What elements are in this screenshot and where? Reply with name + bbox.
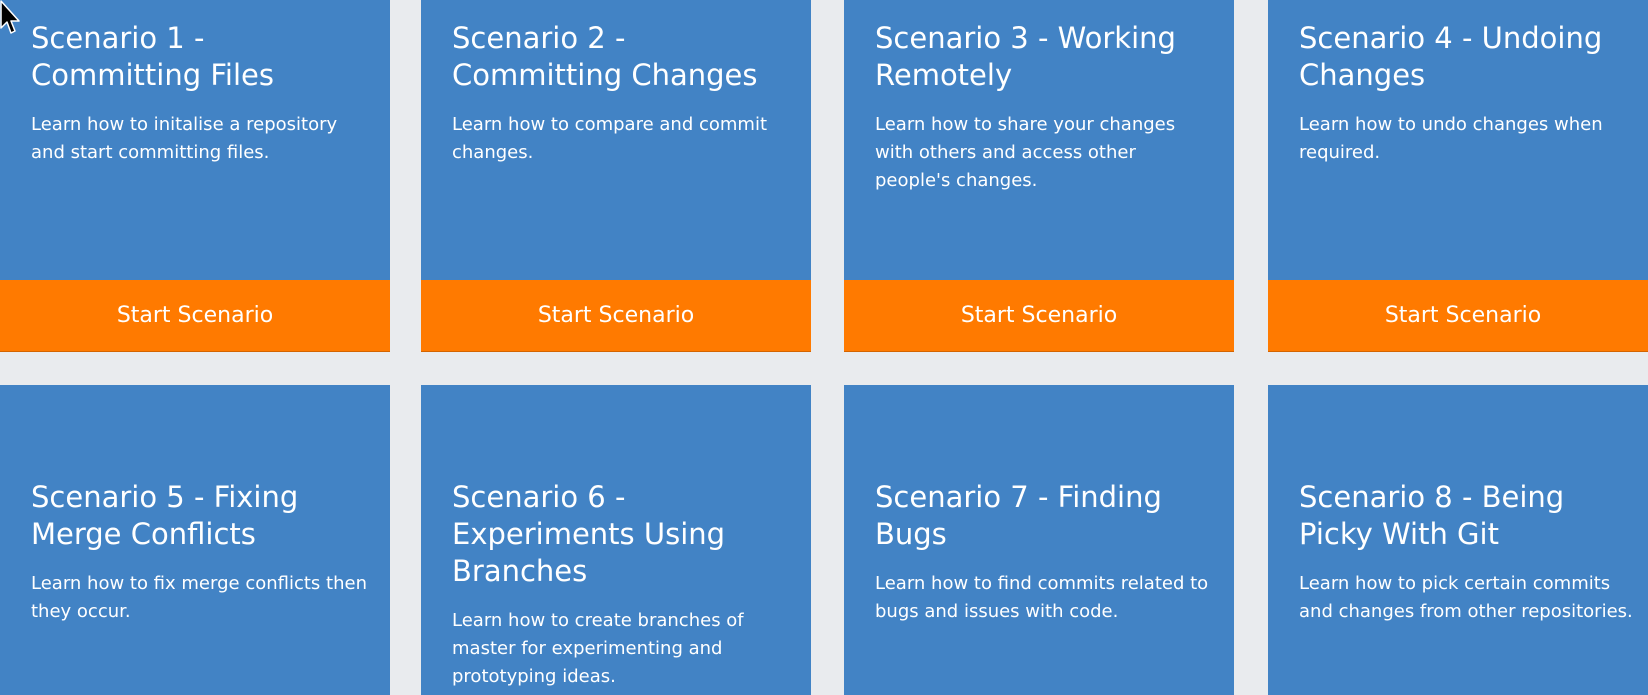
scenario-description: Learn how to initalise a repository and … [31,114,338,163]
scenario-card-5: Scenario 5 - Fixing Merge Conflicts Lear… [0,385,390,695]
scenario-title: Scenario 7 - Finding Bugs [875,480,1162,551]
scenario-description: Learn how to create branches of master f… [452,610,744,687]
scenario-title: Scenario 8 - Being Picky With Git [1299,480,1565,551]
scenario-card-3: Scenario 3 - Working Remotely Learn how … [844,0,1234,352]
scenario-card-7: Scenario 7 - Finding Bugs Learn how to f… [844,385,1234,695]
scenario-grid: Scenario 1 - Committing Files Learn how … [0,0,1648,695]
start-scenario-button[interactable]: Start Scenario [421,280,811,352]
scenario-title: Scenario 3 - Working Remotely [875,21,1176,92]
scenario-card-4: Scenario 4 - Undoing Changes Learn how t… [1268,0,1648,352]
scenario-card-2: Scenario 2 - Committing Changes Learn ho… [421,0,811,352]
scenario-card-1: Scenario 1 - Committing Files Learn how … [0,0,390,352]
scenario-description: Learn how to pick certain commits and ch… [1299,573,1633,622]
start-scenario-button[interactable]: Start Scenario [1268,280,1648,352]
scenario-description: Learn how to fix merge conflicts then th… [31,573,367,622]
scenario-description: Learn how to find commits related to bug… [875,573,1209,622]
scenario-description: Learn how to compare and commit changes. [452,114,768,163]
scenario-title: Scenario 2 - Committing Changes [452,21,758,92]
scenario-card-6: Scenario 6 - Experiments Using Branches … [421,385,811,695]
scenario-title: Scenario 5 - Fixing Merge Conflicts [31,480,299,551]
scenario-title: Scenario 4 - Undoing Changes [1299,21,1603,92]
scenario-title: Scenario 6 - Experiments Using Branches [452,480,726,588]
scenario-title: Scenario 1 - Committing Files [31,21,274,92]
scenario-card-8: Scenario 8 - Being Picky With Git Learn … [1268,385,1648,695]
mouse-pointer-icon [0,0,20,34]
scenario-description: Learn how to undo changes when required. [1299,114,1603,163]
scenario-description: Learn how to share your changes with oth… [875,114,1176,191]
start-scenario-button[interactable]: Start Scenario [844,280,1234,352]
start-scenario-button[interactable]: Start Scenario [0,280,390,352]
